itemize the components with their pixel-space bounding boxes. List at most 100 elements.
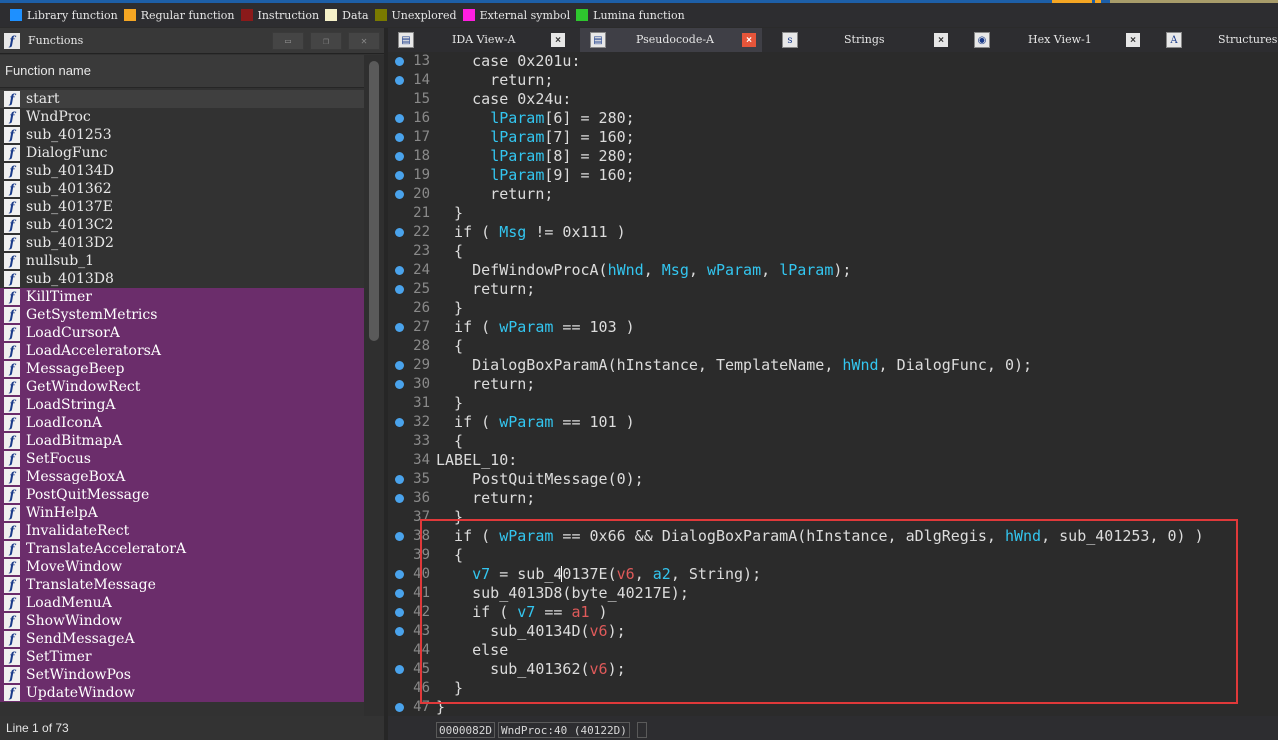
breakpoint-dot-icon[interactable] bbox=[395, 114, 404, 123]
tab-strings[interactable]: s Strings × bbox=[772, 28, 962, 52]
code-line[interactable]: 18 lParam[8] = 280; bbox=[388, 147, 1278, 166]
function-row[interactable]: f LoadIconA bbox=[0, 414, 364, 432]
float-panel-button[interactable]: ▭ bbox=[272, 32, 304, 50]
code-line[interactable]: 21 } bbox=[388, 204, 1278, 223]
function-row[interactable]: f sub_401362 bbox=[0, 180, 364, 198]
code-line[interactable]: 28 { bbox=[388, 337, 1278, 356]
function-row[interactable]: f InvalidateRect bbox=[0, 522, 364, 540]
code-line[interactable]: 39 { bbox=[388, 546, 1278, 565]
close-tab-icon[interactable]: × bbox=[551, 33, 565, 47]
breakpoint-dot-icon[interactable] bbox=[395, 418, 404, 427]
function-row[interactable]: f sub_40137E bbox=[0, 198, 364, 216]
code-line[interactable]: 27 if ( wParam == 103 ) bbox=[388, 318, 1278, 337]
function-row[interactable]: f PostQuitMessage bbox=[0, 486, 364, 504]
function-row[interactable]: f sub_4013D8 bbox=[0, 270, 364, 288]
function-row[interactable]: f UpdateWindow bbox=[0, 684, 364, 702]
tab-hex-view-1[interactable]: ◉ Hex View-1 × bbox=[964, 28, 1146, 52]
breakpoint-dot-icon[interactable] bbox=[395, 152, 404, 161]
scrollbar-thumb[interactable] bbox=[369, 61, 379, 341]
restore-panel-button[interactable]: ❐ bbox=[310, 32, 342, 50]
function-row[interactable]: f LoadAcceleratorsA bbox=[0, 342, 364, 360]
function-row[interactable]: f SendMessageA bbox=[0, 630, 364, 648]
code-line[interactable]: 34 LABEL_10: bbox=[388, 451, 1278, 470]
close-tab-icon[interactable]: × bbox=[934, 33, 948, 47]
code-line[interactable]: 14 return; bbox=[388, 71, 1278, 90]
code-line[interactable]: 19 lParam[9] = 160; bbox=[388, 166, 1278, 185]
code-line[interactable]: 15 case 0x24u: bbox=[388, 90, 1278, 109]
code-line[interactable]: 38 if ( wParam == 0x66 && DialogBoxParam… bbox=[388, 527, 1278, 546]
function-row[interactable]: f TranslateAcceleratorA bbox=[0, 540, 364, 558]
breakpoint-dot-icon[interactable] bbox=[395, 190, 404, 199]
function-row[interactable]: f MoveWindow bbox=[0, 558, 364, 576]
code-line[interactable]: 20 return; bbox=[388, 185, 1278, 204]
code-line[interactable]: 17 lParam[7] = 160; bbox=[388, 128, 1278, 147]
breakpoint-dot-icon[interactable] bbox=[395, 171, 404, 180]
code-line[interactable]: 37 } bbox=[388, 508, 1278, 527]
code-line[interactable]: 33 { bbox=[388, 432, 1278, 451]
function-row[interactable]: f LoadStringA bbox=[0, 396, 364, 414]
code-line[interactable]: 47} bbox=[388, 698, 1278, 716]
breakpoint-dot-icon[interactable] bbox=[395, 285, 404, 294]
code-line[interactable]: 29 DialogBoxParamA(hInstance, TemplateNa… bbox=[388, 356, 1278, 375]
pseudocode-view[interactable]: 13 case 0x201u: 14 return; 15 case 0x24u: 1… bbox=[388, 52, 1278, 716]
tab-pseudocode-a[interactable]: ▤ Pseudocode-A × bbox=[580, 28, 762, 52]
function-row[interactable]: f LoadCursorA bbox=[0, 324, 364, 342]
function-row[interactable]: f KillTimer bbox=[0, 288, 364, 306]
breakpoint-dot-icon[interactable] bbox=[395, 608, 404, 617]
functions-vertical-scrollbar[interactable] bbox=[364, 55, 384, 724]
code-line[interactable]: 26 } bbox=[388, 299, 1278, 318]
function-row[interactable]: f GetWindowRect bbox=[0, 378, 364, 396]
code-line[interactable]: 36 return; bbox=[388, 489, 1278, 508]
code-line[interactable]: 16 lParam[6] = 280; bbox=[388, 109, 1278, 128]
code-line[interactable]: 24 DefWindowProcA(hWnd, Msg, wParam, lPa… bbox=[388, 261, 1278, 280]
code-line[interactable]: 35 PostQuitMessage(0); bbox=[388, 470, 1278, 489]
code-line[interactable]: 31 } bbox=[388, 394, 1278, 413]
functions-list[interactable]: f start f WndProc f sub_401253 f DialogFunc f sub… bbox=[0, 90, 364, 722]
breakpoint-dot-icon[interactable] bbox=[395, 570, 404, 579]
function-row[interactable]: f SetTimer bbox=[0, 648, 364, 666]
code-line[interactable]: 45 sub_401362(v6); bbox=[388, 660, 1278, 679]
tab-ida-view-a[interactable]: ▤ IDA View-A × bbox=[388, 28, 574, 52]
code-line[interactable]: 25 return; bbox=[388, 280, 1278, 299]
function-row[interactable]: f start bbox=[0, 90, 364, 108]
code-line[interactable]: 46 } bbox=[388, 679, 1278, 698]
code-line[interactable]: 32 if ( wParam == 101 ) bbox=[388, 413, 1278, 432]
code-line[interactable]: 13 case 0x201u: bbox=[388, 52, 1278, 71]
function-row[interactable]: f TranslateMessage bbox=[0, 576, 364, 594]
column-header-function-name[interactable]: Function name bbox=[0, 55, 364, 88]
breakpoint-dot-icon[interactable] bbox=[395, 323, 404, 332]
tab-structures[interactable]: A Structures bbox=[1156, 28, 1278, 52]
function-row[interactable]: f LoadMenuA bbox=[0, 594, 364, 612]
breakpoint-dot-icon[interactable] bbox=[395, 361, 404, 370]
function-row[interactable]: f WinHelpA bbox=[0, 504, 364, 522]
code-line[interactable]: 44 else bbox=[388, 641, 1278, 660]
close-panel-button[interactable]: ✕ bbox=[348, 32, 380, 50]
breakpoint-dot-icon[interactable] bbox=[395, 665, 404, 674]
breakpoint-dot-icon[interactable] bbox=[395, 494, 404, 503]
function-row[interactable]: f MessageBeep bbox=[0, 360, 364, 378]
code-line[interactable]: 30 return; bbox=[388, 375, 1278, 394]
function-row[interactable]: f sub_40134D bbox=[0, 162, 364, 180]
close-tab-icon[interactable]: × bbox=[1126, 33, 1140, 47]
breakpoint-dot-icon[interactable] bbox=[395, 57, 404, 66]
breakpoint-dot-icon[interactable] bbox=[395, 266, 404, 275]
function-row[interactable]: f LoadBitmapA bbox=[0, 432, 364, 450]
breakpoint-dot-icon[interactable] bbox=[395, 627, 404, 636]
function-row[interactable]: f sub_4013C2 bbox=[0, 216, 364, 234]
code-line[interactable]: 42 if ( v7 == a1 ) bbox=[388, 603, 1278, 622]
breakpoint-dot-icon[interactable] bbox=[395, 475, 404, 484]
breakpoint-dot-icon[interactable] bbox=[395, 228, 404, 237]
function-row[interactable]: f SetFocus bbox=[0, 450, 364, 468]
breakpoint-dot-icon[interactable] bbox=[395, 532, 404, 541]
function-row[interactable]: f nullsub_1 bbox=[0, 252, 364, 270]
function-row[interactable]: f ShowWindow bbox=[0, 612, 364, 630]
function-row[interactable]: f sub_4013D2 bbox=[0, 234, 364, 252]
code-line[interactable]: 40 v7 = sub_40137E(v6, a2, String); bbox=[388, 565, 1278, 584]
function-row[interactable]: f SetWindowPos bbox=[0, 666, 364, 684]
function-row[interactable]: f GetSystemMetrics bbox=[0, 306, 364, 324]
function-row[interactable]: f MessageBoxA bbox=[0, 468, 364, 486]
breakpoint-dot-icon[interactable] bbox=[395, 589, 404, 598]
code-line[interactable]: 23 { bbox=[388, 242, 1278, 261]
function-row[interactable]: f WndProc bbox=[0, 108, 364, 126]
function-row[interactable]: f DialogFunc bbox=[0, 144, 364, 162]
